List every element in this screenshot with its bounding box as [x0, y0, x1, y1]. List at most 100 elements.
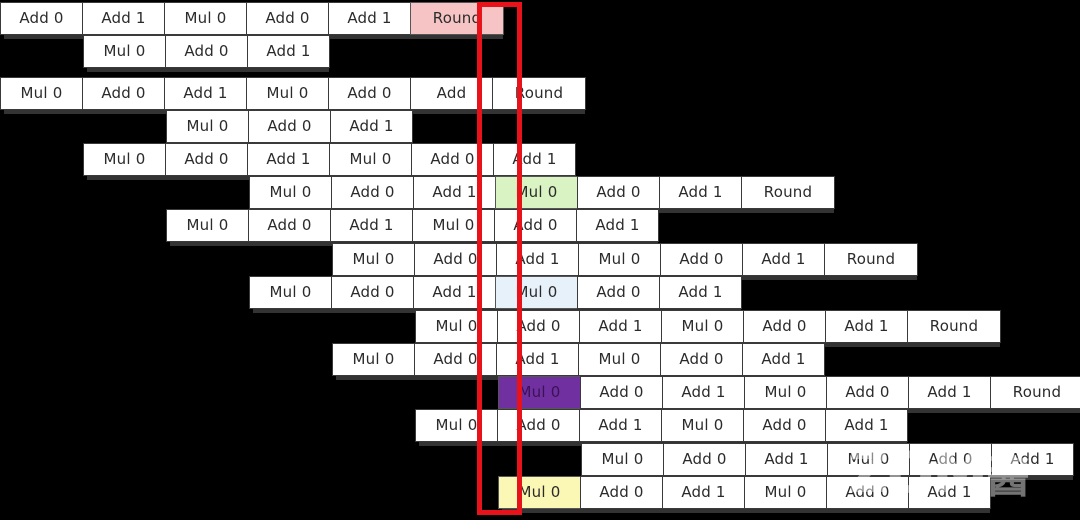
pipeline-stage-cell: Add 1 [413, 276, 496, 309]
pipeline-stage-cell: Add 0 [743, 409, 826, 442]
pipeline-stage-cell: Mul 0 [744, 376, 827, 409]
pipeline-stage-cell: Add 0 [414, 343, 497, 376]
pipeline-stage-cell: Add 1 [742, 243, 825, 276]
pipeline-stage-cell: Mul 0 [249, 276, 332, 309]
pipeline-stage-cell: Add 0 [497, 409, 580, 442]
pipeline-stage-cell: Add 1 [496, 343, 579, 376]
pipeline-stage-cell: Mul 0 [661, 409, 744, 442]
pipeline-stage-cell: Mul 0 [578, 343, 661, 376]
pipeline-stage-cell: Add 0 [497, 310, 580, 343]
pipeline-row: Mul 0 Add 0 Add 1 Mul 0 Add 0 Add 1 Round [498, 376, 1080, 413]
pipeline-stage-cell: Add 0 [0, 2, 83, 35]
pipeline-stage-cell: Add 1 [576, 209, 659, 242]
pipeline-stage-cell: Round [492, 77, 586, 110]
pipeline-row: Mul 0 Add 0 Add 1 Mul 0 Add 0 Add 1 [249, 276, 742, 313]
pipeline-stage-cell: Add 0 [660, 343, 743, 376]
pipeline-stage-cell: Add 0 [580, 476, 663, 509]
pipeline-row: Mul 0 Add 0 Add 1 [166, 110, 413, 147]
pipeline-stage-cell: Add 0 [826, 376, 909, 409]
pipeline-stage-cell: Add 1 [662, 476, 745, 509]
pipeline-stage-cell: Add 1 [745, 443, 828, 476]
pipeline-row: Mul 0 Add 0 Add 1 Mul 0 Add 0 Add Round [0, 77, 586, 114]
pipeline-row: Mul 0 Add 0 Add 1 Mul 0 Add 0 Add 1 [498, 476, 991, 513]
pipeline-stage-cell: Mul 0 [415, 409, 498, 442]
pipeline-stage-cell: Add [410, 77, 493, 110]
pipeline-stage-cell: Mul 0 [498, 376, 581, 409]
pipeline-stage-cell: Add 0 [494, 209, 577, 242]
pipeline-stage-cell: Round [824, 243, 918, 276]
pipeline-row: Mul 0 Add 0 Add 1 Mul 0 Add 0 Add 1 Round [332, 243, 918, 280]
pipeline-stage-cell: Round [410, 2, 504, 35]
pipeline-stage-cell: Add 0 [165, 143, 248, 176]
pipeline-stage-cell: Mul 0 [83, 143, 166, 176]
pipeline-stage-cell: Add 0 [663, 443, 746, 476]
pipeline-stage-cell: Add 1 [493, 143, 576, 176]
pipeline-row: Mul 0 Add 0 Add 1 Mul 0 Add 0 Add 1 [332, 343, 825, 380]
pipeline-stage-cell: Add 0 [328, 77, 411, 110]
pipeline-stage-cell: Add 1 [579, 409, 662, 442]
pipeline-diagram-canvas: Add 0 Add 1 Mul 0 Add 0 Add 1 Round Mul 0 Add 0… [0, 0, 1080, 520]
pipeline-stage-cell: Round [907, 310, 1001, 343]
pipeline-stage-cell: Mul 0 [412, 209, 495, 242]
pipeline-stage-cell: Add 1 [579, 310, 662, 343]
pipeline-stage-cell: Add 0 [414, 243, 497, 276]
pipeline-stage-cell: Add 1 [330, 110, 413, 143]
pipeline-stage-cell: Add 0 [743, 310, 826, 343]
pipeline-stage-cell: Add 1 [825, 310, 908, 343]
pipeline-stage-cell: Add 1 [413, 176, 496, 209]
pipeline-stage-cell: Add 0 [165, 35, 248, 68]
pipeline-stage-cell: Mul 0 [332, 243, 415, 276]
pipeline-stage-cell: Mul 0 [166, 110, 249, 143]
pipeline-row: Mul 0 Add 0 Add 1 Mul 0 Add 0 Add 1 Round [415, 310, 1001, 347]
pipeline-stage-cell: Add 1 [825, 409, 908, 442]
pipeline-stage-cell: Mul 0 [246, 77, 329, 110]
pipeline-stage-cell: Add 1 [247, 35, 330, 68]
pipeline-stage-cell: Add 1 [908, 376, 991, 409]
pipeline-stage-cell: Add 0 [580, 376, 663, 409]
pipeline-stage-cell: Mul 0 [415, 310, 498, 343]
pipeline-stage-cell: Add 0 [331, 176, 414, 209]
pipeline-row: Mul 0 Add 0 Add 1 Mul 0 Add 0 Add 1 [83, 143, 576, 180]
pipeline-stage-cell: Mul 0 [581, 443, 664, 476]
pipeline-stage-cell: Mul 0 [0, 77, 83, 110]
pipeline-stage-cell: Add 0 [577, 276, 660, 309]
pipeline-stage-cell: Add 0 [82, 77, 165, 110]
pipeline-row: Add 0 Add 1 Mul 0 Add 0 Add 1 Round [0, 2, 504, 39]
pipeline-stage-cell: Mul 0 [329, 143, 412, 176]
pipeline-stage-cell: Mul 0 [495, 276, 578, 309]
pipeline-stage-cell: Add 0 [248, 110, 331, 143]
pipeline-stage-cell: Mul 0 [164, 2, 247, 35]
pipeline-stage-cell: Round [741, 176, 835, 209]
pipeline-stage-cell: Add 1 [330, 209, 413, 242]
pipeline-stage-cell: Round [990, 376, 1080, 409]
pipeline-stage-cell: Add 0 [577, 176, 660, 209]
pipeline-stage-cell: Add 1 [82, 2, 165, 35]
pipeline-stage-cell: Add 1 [496, 243, 579, 276]
pipeline-stage-cell: Mul 0 [83, 35, 166, 68]
pipeline-stage-cell: Add 1 [659, 276, 742, 309]
pipeline-stage-cell: Add 0 [826, 476, 909, 509]
pipeline-stage-cell: Mul 0 [498, 476, 581, 509]
pipeline-row: Mul 0 Add 0 Add 1 [83, 35, 330, 72]
pipeline-stage-cell: Mul 0 [166, 209, 249, 242]
pipeline-stage-cell: Add 0 [331, 276, 414, 309]
pipeline-stage-cell: Add 1 [742, 343, 825, 376]
pipeline-row: Mul 0 Add 0 Add 1 Mul 0 Add 0 Add 1 [581, 443, 1074, 480]
pipeline-stage-cell: Add 1 [247, 143, 330, 176]
pipeline-stage-cell: Mul 0 [495, 176, 578, 209]
pipeline-stage-cell: Add 1 [328, 2, 411, 35]
pipeline-stage-cell: Mul 0 [578, 243, 661, 276]
pipeline-stage-cell: Add 0 [246, 2, 329, 35]
pipeline-stage-cell: Add 1 [164, 77, 247, 110]
pipeline-stage-cell: Add 1 [662, 376, 745, 409]
pipeline-stage-cell: Mul 0 [332, 343, 415, 376]
pipeline-stage-cell: Add 1 [991, 443, 1074, 476]
pipeline-stage-cell: Add 0 [248, 209, 331, 242]
pipeline-row: Mul 0 Add 0 Add 1 Mul 0 Add 0 Add 1 Round [249, 176, 835, 213]
pipeline-stage-cell: Mul 0 [249, 176, 332, 209]
pipeline-stage-cell: Mul 0 [744, 476, 827, 509]
pipeline-stage-cell: Add 1 [908, 476, 991, 509]
pipeline-row: Mul 0 Add 0 Add 1 Mul 0 Add 0 Add 1 [166, 209, 659, 246]
pipeline-stage-cell: Add 0 [909, 443, 992, 476]
pipeline-stage-cell: Mul 0 [661, 310, 744, 343]
